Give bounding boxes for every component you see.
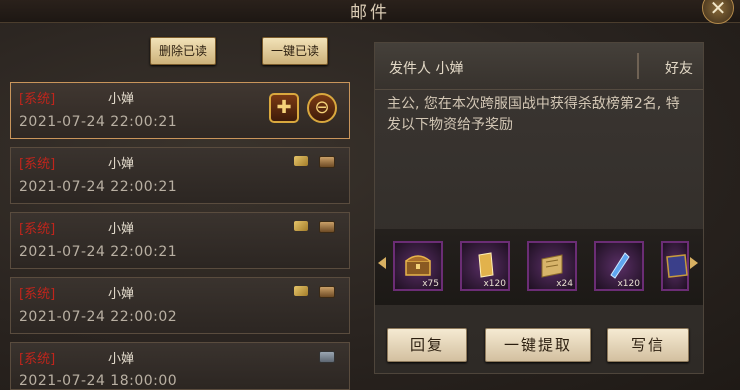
- reply-button[interactable]: 回复: [387, 328, 467, 362]
- letter-icon: [294, 286, 308, 296]
- attachment-partial[interactable]: [661, 241, 689, 291]
- letter-icon: [294, 221, 308, 231]
- system-tag: [系统]: [19, 352, 56, 367]
- system-tag: [系统]: [19, 287, 56, 302]
- mail-list-item[interactable]: [系统] 小婵 2021-07-24 22:00:02: [10, 277, 350, 334]
- detail-header: 发件人 小婵 好友: [375, 43, 703, 90]
- mail-list-item[interactable]: [系统] 小婵 2021-07-24 22:00:21: [10, 212, 350, 269]
- attachment-scroll[interactable]: x24: [527, 241, 577, 291]
- mail-date: 2021-07-24 22:00:02: [19, 309, 178, 325]
- mark-all-read-button[interactable]: 一键已读: [262, 37, 329, 65]
- mail-sender: 小婵: [108, 92, 135, 107]
- mail-sender: 小婵: [108, 352, 135, 367]
- chest-icon: [319, 156, 335, 168]
- gold-token-icon: [478, 252, 494, 278]
- attachment-blue-crystal[interactable]: x120: [594, 241, 644, 291]
- write-mail-button[interactable]: 写信: [607, 328, 689, 362]
- mail-date: 2021-07-24 22:00:21: [19, 179, 178, 195]
- claim-all-button[interactable]: 一键提取: [485, 328, 591, 362]
- item-quantity: x24: [556, 279, 573, 289]
- letter-icon: [294, 156, 308, 166]
- scroll-left-icon[interactable]: [378, 257, 386, 269]
- window-title: 邮件: [350, 3, 390, 23]
- chest-icon: [319, 221, 335, 233]
- treasure-chest-icon: [405, 255, 431, 276]
- mail-list-item[interactable]: [系统] 小婵 2021-07-24 22:00:21: [10, 147, 350, 204]
- mail-sender: 小婵: [108, 157, 135, 172]
- scroll-icon: [541, 254, 563, 278]
- mail-sender: 小婵: [108, 287, 135, 302]
- opened-chest-icon: [319, 351, 335, 363]
- attachment-treasure-chest[interactable]: x75: [393, 241, 443, 291]
- detail-sender: 发件人 小婵: [389, 61, 464, 77]
- system-tag: [系统]: [19, 222, 56, 237]
- header-divider: [637, 53, 639, 79]
- item-quantity: x120: [483, 279, 506, 289]
- item-quantity: x75: [422, 279, 439, 289]
- mail-detail-panel: 发件人 小婵 好友 主公, 您在本次跨服国战中获得杀敌榜第2名, 特发以下物资给…: [374, 42, 704, 374]
- mail-date: 2021-07-24 18:00:00: [19, 373, 178, 389]
- mail-date: 2021-07-24 22:00:21: [19, 114, 178, 130]
- mail-list-item[interactable]: [系统] 小婵 2021-07-24 18:00:00: [10, 342, 350, 390]
- system-tag: [系统]: [19, 157, 56, 172]
- mail-sender: 小婵: [108, 222, 135, 237]
- title-bar: 邮件 ✕: [0, 0, 740, 24]
- armor-icon: [666, 254, 688, 278]
- mail-window: 邮件 ✕ 删除已读 一键已读 [系统] 小婵 2021-07-24 22:00:…: [0, 0, 740, 390]
- item-quantity: x120: [617, 279, 640, 289]
- mail-body-text: 主公, 您在本次跨服国战中获得杀敌榜第2名, 特发以下物资给予奖励: [387, 96, 680, 133]
- chest-icon: [319, 286, 335, 298]
- mail-date: 2021-07-24 22:00:21: [19, 244, 178, 260]
- add-friend-icon[interactable]: ✚: [269, 93, 299, 123]
- blue-crystal-icon: [610, 252, 630, 279]
- attachment-gold-token[interactable]: x120: [460, 241, 510, 291]
- delete-read-button[interactable]: 删除已读: [150, 37, 217, 65]
- friend-button[interactable]: 好友: [665, 58, 693, 78]
- block-icon[interactable]: ⊖: [307, 93, 337, 123]
- mail-list-item[interactable]: [系统] 小婵 2021-07-24 22:00:21 ✚ ⊖: [10, 82, 350, 139]
- system-tag: [系统]: [19, 92, 56, 107]
